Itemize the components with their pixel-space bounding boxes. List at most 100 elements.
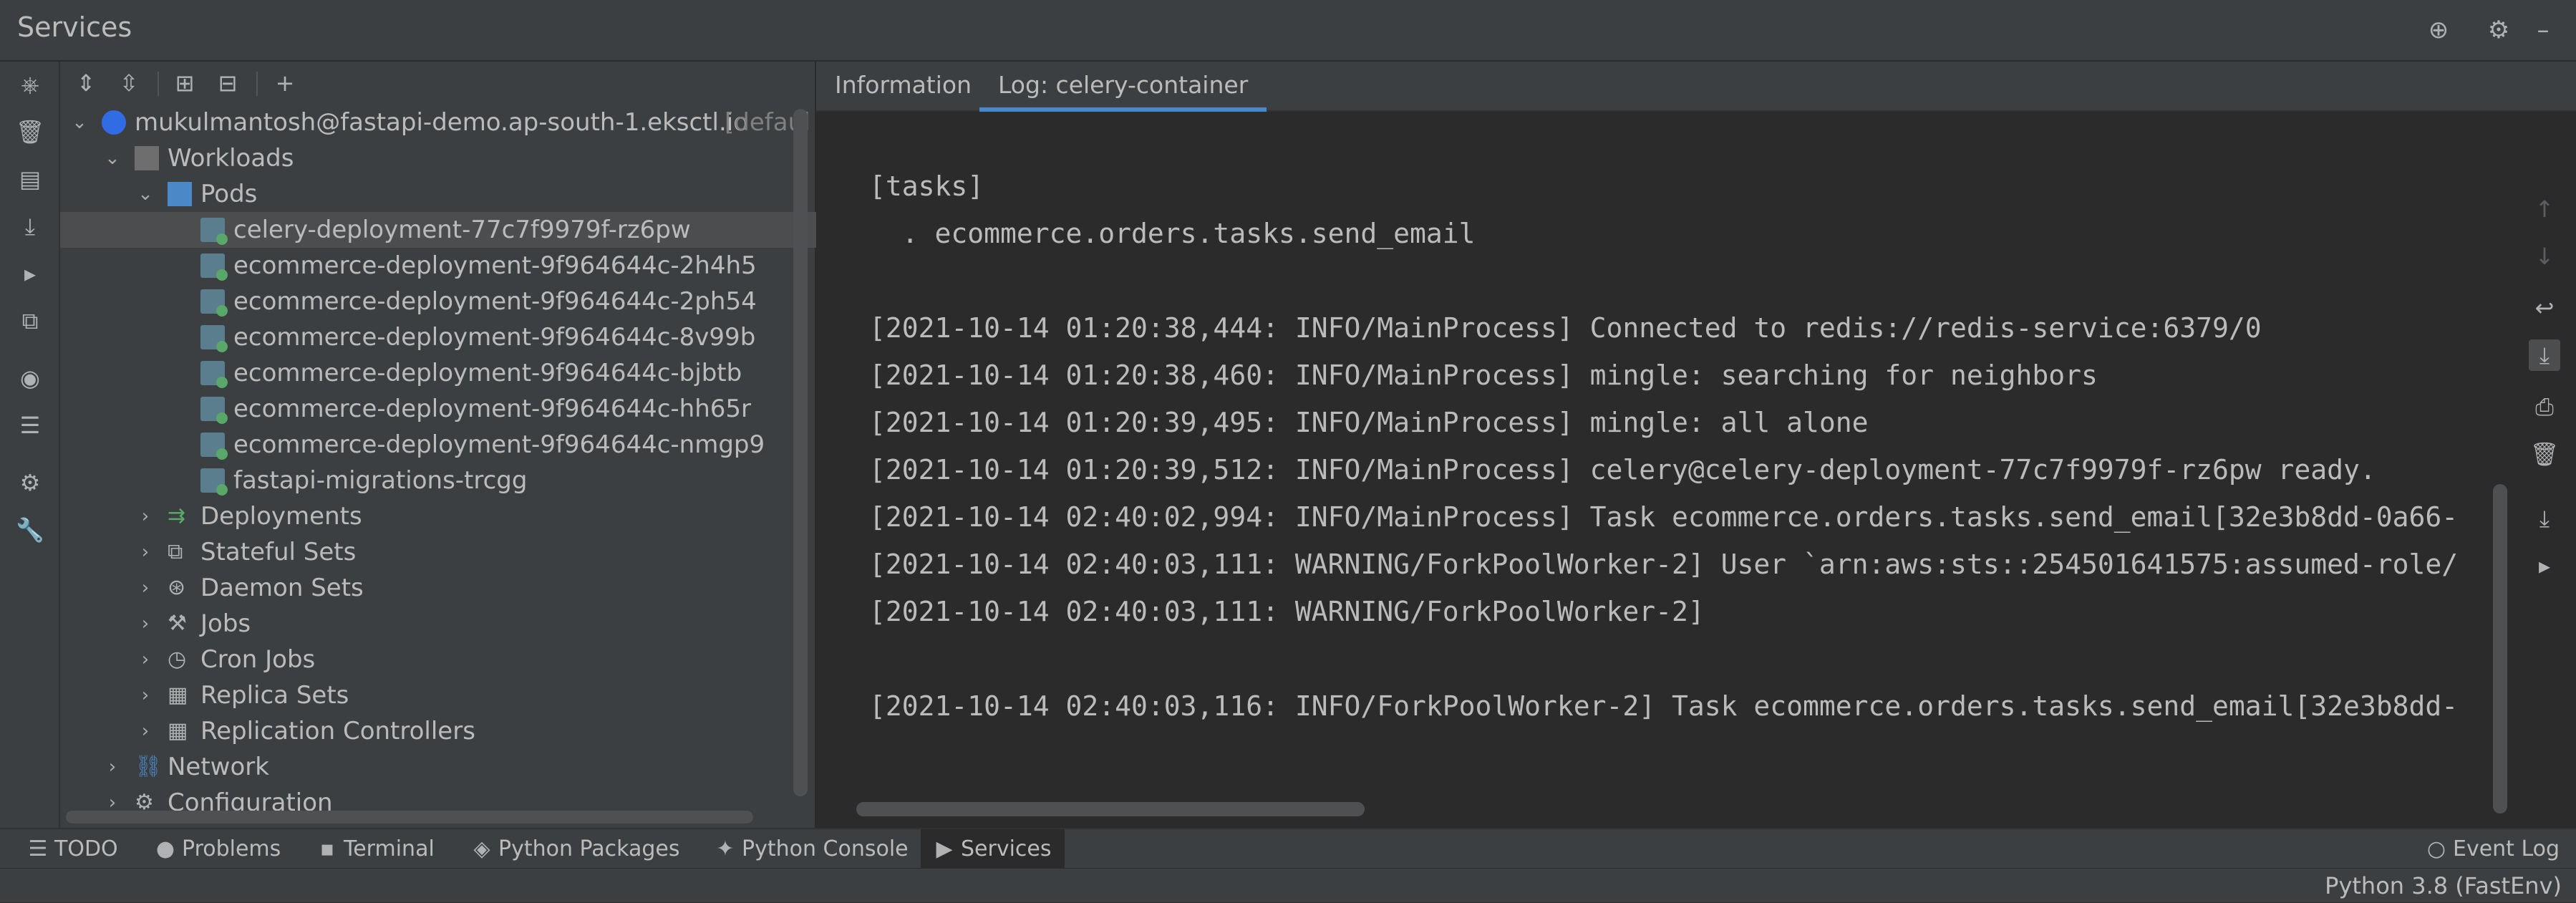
log-vertical-scrollbar[interactable] <box>2493 484 2507 813</box>
python-packages-label: Python Packages <box>498 836 680 861</box>
wrench-icon[interactable]: 🔧 <box>14 514 46 546</box>
chevron-down-icon[interactable]: ⌄ <box>102 140 123 176</box>
pod-item[interactable]: ecommerce-deployment-9f964644c-nmgp9 <box>60 427 816 463</box>
pod-item[interactable]: celery-deployment-77c7f9979f-rz6pw <box>60 212 816 248</box>
pod-item[interactable]: ecommerce-deployment-9f964644c-2ph54 <box>60 284 816 319</box>
pod-running-icon <box>200 397 228 424</box>
clock-icon: ◷ <box>168 647 187 672</box>
pod-item[interactable]: ecommerce-deployment-9f964644c-hh65r <box>60 391 816 427</box>
console-icon[interactable]: ▸ <box>14 258 46 289</box>
cluster-label: mukulmantosh@fastapi-demo.ap-south-1.eks… <box>135 108 749 137</box>
terminal-icon: ▪ <box>319 836 335 861</box>
tab-python-packages[interactable]: ◈ Python Packages <box>458 829 693 869</box>
log-line: [2021-10-14 01:20:39,495: INFO/MainProce… <box>869 407 1869 438</box>
target-icon[interactable]: ⊕ <box>2423 14 2454 46</box>
pod-item[interactable]: ecommerce-deployment-9f964644c-8v99b <box>60 319 816 355</box>
tab-log-celery-container[interactable]: Log: celery-container <box>979 62 1267 112</box>
toolbar-divider <box>158 72 159 96</box>
print-icon[interactable]: ⎙ <box>2529 391 2560 422</box>
console-icon[interactable]: ▸ <box>2529 550 2560 581</box>
expand-all-icon[interactable]: ⇕ <box>69 66 103 100</box>
tree-item-pods[interactable]: ⌄ Pods <box>60 176 816 212</box>
log-line: . ecommerce.orders.tasks.send_email <box>869 218 1476 249</box>
settings-sync-icon[interactable]: ⚙ <box>14 467 46 498</box>
download-log-icon[interactable]: ⤓ <box>2529 503 2560 534</box>
daemon-sets-icon: ⊛ <box>168 575 186 600</box>
attach-icon[interactable]: ⧉ <box>14 305 46 337</box>
pod-name: ecommerce-deployment-9f964644c-hh65r <box>233 395 752 423</box>
chevron-down-icon[interactable]: ⌄ <box>69 105 90 140</box>
tree-item-daemon-sets[interactable]: › ⊛ Daemon Sets <box>60 570 816 606</box>
services-tree: ⌄ mukulmantosh@fastapi-demo.ap-south-1.e… <box>60 105 816 828</box>
chevron-right-icon[interactable]: › <box>135 570 156 606</box>
network-label: Network <box>168 753 269 781</box>
tab-event-log[interactable]: ○ Event Log <box>2413 829 2572 869</box>
chevron-right-icon[interactable]: › <box>135 642 156 677</box>
services-title-bar: Services ⊕ ⚙ – <box>0 0 2576 62</box>
services-tree-panel: ⇕ ⇳ ⊞ ⊟ + ⌄ mukulmantosh@fastapi-demo.ap… <box>60 62 816 828</box>
replica-sets-label: Replica Sets <box>200 681 349 710</box>
chevron-right-icon[interactable]: › <box>135 677 156 713</box>
tree-vertical-scrollbar[interactable] <box>793 109 808 796</box>
scroll-to-end-icon[interactable]: ⤓ <box>2529 339 2560 371</box>
jobs-label: Jobs <box>200 609 251 638</box>
kubernetes-icon <box>102 110 126 135</box>
chevron-right-icon[interactable]: › <box>135 713 156 749</box>
tab-problems[interactable]: ● Problems <box>142 829 294 869</box>
delete-icon[interactable]: 🗑 <box>14 116 46 148</box>
tree-item-replica-sets[interactable]: › ▦ Replica Sets <box>60 677 816 713</box>
add-service-icon[interactable]: + <box>268 66 302 100</box>
chevron-right-icon[interactable]: › <box>102 749 123 785</box>
record-icon[interactable]: ◉ <box>14 362 46 394</box>
log-horizontal-scrollbar[interactable] <box>856 802 1365 816</box>
tree-item-cluster[interactable]: ⌄ mukulmantosh@fastapi-demo.ap-south-1.e… <box>60 105 816 140</box>
filter-icon[interactable]: ⊟ <box>210 66 245 100</box>
pod-item[interactable]: ecommerce-deployment-9f964644c-2h4h5 <box>60 248 816 284</box>
soft-wrap-icon[interactable]: ↩ <box>2529 292 2560 324</box>
tree-item-workloads[interactable]: ⌄ Workloads <box>60 140 816 176</box>
describe-icon[interactable]: ▤ <box>14 163 46 195</box>
collapse-all-icon[interactable]: ⇳ <box>112 66 146 100</box>
tree-item-jobs[interactable]: › ⚒ Jobs <box>60 606 816 642</box>
pods-icon <box>168 182 192 206</box>
stateful-sets-icon: ⧉ <box>168 539 183 564</box>
down-arrow-icon[interactable]: ↓ <box>2529 241 2560 272</box>
tab-services[interactable]: ▶ Services <box>921 829 1065 869</box>
chevron-down-icon[interactable]: ⌄ <box>135 176 156 212</box>
pod-item[interactable]: fastapi-migrations-trcgg <box>60 463 816 498</box>
pod-name: fastapi-migrations-trcgg <box>233 466 528 495</box>
tree-item-stateful-sets[interactable]: › ⧉ Stateful Sets <box>60 534 816 570</box>
tab-python-console[interactable]: ✦ Python Console <box>702 829 921 869</box>
tree-item-replication-controllers[interactable]: › ▦ Replication Controllers <box>60 713 816 749</box>
pod-running-icon <box>200 361 228 388</box>
tree-horizontal-scrollbar[interactable] <box>66 811 753 824</box>
tree-item-cron-jobs[interactable]: › ◷ Cron Jobs <box>60 642 816 677</box>
python-interpreter-status[interactable]: Python 3.8 (FastEnv) <box>2325 869 2562 903</box>
deployments-icon: ⇉ <box>168 503 186 528</box>
log-toolbar: ↑ ↓ ↩ ⤓ ⎙ 🗑 ⤓ ▸ <box>2512 123 2576 828</box>
kubernetes-icon[interactable]: ⎈ <box>14 69 46 100</box>
filter-list-icon[interactable]: ☰ <box>14 410 46 441</box>
network-icon: ⛓ <box>135 754 163 779</box>
chevron-right-icon[interactable]: › <box>135 534 156 570</box>
chevron-right-icon[interactable]: › <box>135 498 156 534</box>
minimize-icon[interactable]: – <box>2527 14 2559 46</box>
pod-name: ecommerce-deployment-9f964644c-bjbtb <box>233 359 742 387</box>
group-by-icon[interactable]: ⊞ <box>168 66 202 100</box>
up-arrow-icon[interactable]: ↑ <box>2529 193 2560 225</box>
clear-all-icon[interactable]: 🗑 <box>2529 438 2560 470</box>
gear-icon[interactable]: ⚙ <box>2483 14 2514 46</box>
tab-todo[interactable]: ☰ TODO <box>14 829 131 869</box>
chevron-right-icon[interactable]: › <box>135 606 156 642</box>
tree-item-network[interactable]: › ⛓ Network <box>60 749 816 785</box>
download-icon[interactable]: ⤓ <box>14 211 46 242</box>
tree-item-deployments[interactable]: › ⇉ Deployments <box>60 498 816 534</box>
tab-terminal[interactable]: ▪ Terminal <box>304 829 447 869</box>
log-output[interactable]: [tasks] . ecommerce.orders.tasks.send_em… <box>831 126 2499 771</box>
event-log-label: Event Log <box>2453 836 2560 861</box>
workloads-icon <box>135 146 159 170</box>
deployments-label: Deployments <box>200 502 362 531</box>
pod-item[interactable]: ecommerce-deployment-9f964644c-bjbtb <box>60 355 816 391</box>
tab-information[interactable]: Information <box>816 62 990 112</box>
pod-running-icon <box>200 253 228 281</box>
